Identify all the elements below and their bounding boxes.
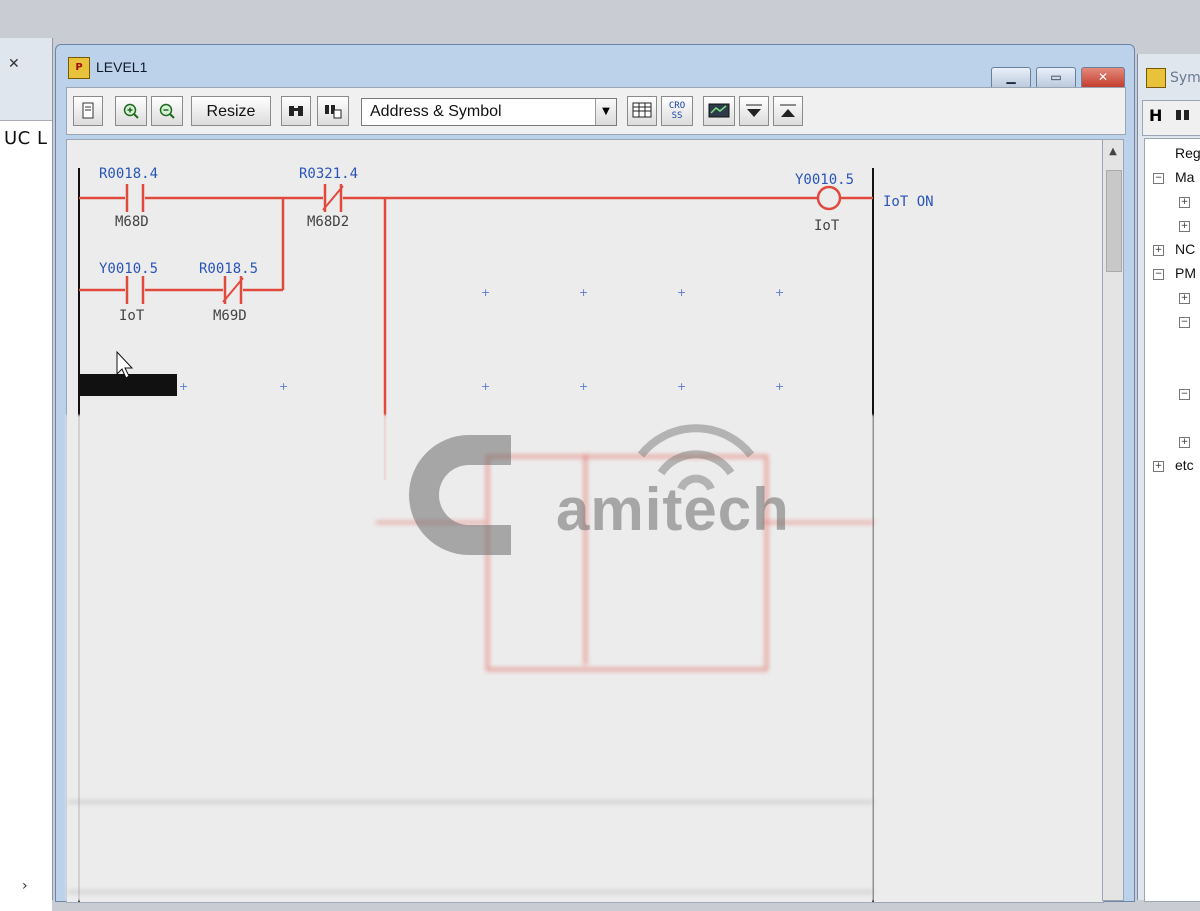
symbol-toolbar-h[interactable]: H bbox=[1149, 106, 1162, 125]
zoom-out-icon bbox=[159, 103, 175, 119]
coil-y0010-5[interactable]: Y0010.5 IoT IoT ON bbox=[795, 172, 934, 234]
svg-text:+: + bbox=[279, 380, 288, 393]
app-icon bbox=[1146, 68, 1166, 88]
zoom-in-button[interactable] bbox=[115, 96, 147, 126]
contact-address: R0321.4 bbox=[299, 166, 358, 182]
function-block-divider bbox=[584, 455, 587, 665]
coil-comment: IoT ON bbox=[883, 194, 934, 210]
tree-expand-icon[interactable]: + bbox=[1179, 197, 1190, 208]
symbol-window-title: Sym bbox=[1170, 70, 1200, 86]
contact-symbol: IoT bbox=[119, 308, 145, 324]
coil-symbol: IoT bbox=[814, 218, 840, 234]
tree-collapse-icon[interactable]: − bbox=[1179, 317, 1190, 328]
find-replace-icon bbox=[325, 105, 342, 119]
toolbar: Resize Address & Symbol ▼ CRO SS bbox=[66, 87, 1126, 135]
page-button[interactable] bbox=[73, 96, 103, 126]
blurred-ladder-region bbox=[66, 415, 874, 901]
tree-expand-icon[interactable]: + bbox=[1153, 461, 1164, 472]
resize-button[interactable]: Resize bbox=[191, 96, 271, 126]
table-icon bbox=[632, 102, 652, 118]
zoom-in-icon bbox=[123, 103, 139, 119]
move-down-button[interactable] bbox=[739, 96, 769, 126]
tree-item-nc[interactable]: NC bbox=[1175, 241, 1195, 257]
contact-symbol: M69D bbox=[213, 308, 247, 324]
blurred-line bbox=[376, 521, 486, 524]
binoculars-icon[interactable] bbox=[1175, 106, 1191, 126]
left-window-content bbox=[0, 120, 52, 911]
contact-r0018-5[interactable]: R0018.5 M69D bbox=[199, 261, 258, 324]
window-title: LEVEL1 bbox=[96, 59, 148, 75]
selection-cursor bbox=[79, 374, 177, 396]
contact-address: R0018.5 bbox=[199, 261, 258, 277]
svg-text:+: + bbox=[677, 380, 686, 393]
svg-text:+: + bbox=[677, 286, 686, 299]
symbol-toolbar: H bbox=[1142, 100, 1200, 136]
tree-expand-icon[interactable]: + bbox=[1179, 437, 1190, 448]
tree-collapse-icon[interactable]: − bbox=[1179, 389, 1190, 400]
svg-text:+: + bbox=[579, 380, 588, 393]
find-button[interactable] bbox=[281, 96, 311, 126]
svg-text:+: + bbox=[481, 380, 490, 393]
svg-text:+: + bbox=[775, 286, 784, 299]
binoculars-icon bbox=[289, 106, 303, 116]
contact-address: Y0010.5 bbox=[99, 261, 158, 277]
svg-text:+: + bbox=[579, 286, 588, 299]
tree-collapse-icon[interactable]: − bbox=[1153, 269, 1164, 280]
tree-item-pm[interactable]: PM bbox=[1175, 265, 1196, 281]
left-background-window: ✕ UC L › bbox=[0, 38, 53, 911]
tree-item-reg[interactable]: Reg bbox=[1175, 145, 1200, 161]
title-bar[interactable]: P LEVEL1 ▁ ▭ ✕ bbox=[56, 45, 1134, 89]
contact-symbol: M68D2 bbox=[307, 214, 349, 230]
coil-address: Y0010.5 bbox=[795, 172, 854, 188]
zoom-out-button[interactable] bbox=[151, 96, 183, 126]
left-window-title: UC L bbox=[4, 128, 48, 149]
contact-address: R0018.4 bbox=[99, 166, 158, 182]
chevron-down-icon[interactable]: ▼ bbox=[595, 99, 616, 125]
blurred-line bbox=[762, 521, 874, 524]
svg-text:+: + bbox=[481, 286, 490, 299]
contact-y0010-5[interactable]: Y0010.5 IoT bbox=[99, 261, 158, 324]
cross-reference-button[interactable]: CRO SS bbox=[661, 96, 693, 126]
function-block-blurred bbox=[486, 455, 768, 671]
find-replace-button[interactable] bbox=[317, 96, 349, 126]
blurred-rung bbox=[68, 891, 874, 893]
svg-text:+: + bbox=[179, 380, 188, 393]
symbol-window: Sym H Reg − Ma + + + NC − PM + − − + + e… bbox=[1137, 54, 1200, 902]
page-icon bbox=[82, 102, 94, 119]
scroll-up-icon[interactable]: ▲ bbox=[1103, 146, 1123, 157]
close-icon[interactable]: ✕ bbox=[8, 56, 20, 72]
scrollbar-thumb[interactable] bbox=[1106, 170, 1122, 272]
symbol-tree: Reg − Ma + + + NC − PM + − − + + etc bbox=[1144, 138, 1200, 902]
ladder-editor-window: P LEVEL1 ▁ ▭ ✕ Resize Address & Symbol ▼… bbox=[55, 44, 1135, 903]
tree-collapse-icon[interactable]: − bbox=[1153, 173, 1164, 184]
minimize-button[interactable]: ▁ bbox=[991, 67, 1031, 89]
chevron-right-icon[interactable]: › bbox=[22, 878, 28, 894]
vertical-scrollbar[interactable]: ▲ bbox=[1102, 139, 1124, 901]
monitor-icon bbox=[708, 103, 730, 118]
maximize-button[interactable]: ▭ bbox=[1036, 67, 1076, 89]
monitor-button[interactable] bbox=[703, 96, 735, 126]
app-icon: P bbox=[68, 57, 90, 79]
tree-expand-icon[interactable]: + bbox=[1179, 293, 1190, 304]
svg-text:+: + bbox=[775, 380, 784, 393]
move-up-icon bbox=[780, 104, 796, 117]
move-up-button[interactable] bbox=[773, 96, 803, 126]
tree-expand-icon[interactable]: + bbox=[1179, 221, 1190, 232]
table-button[interactable] bbox=[627, 96, 657, 126]
tree-item-mac[interactable]: Ma bbox=[1175, 169, 1194, 185]
view-mode-select[interactable]: Address & Symbol ▼ bbox=[361, 98, 617, 126]
tree-expand-icon[interactable]: + bbox=[1153, 245, 1164, 256]
contact-symbol: M68D bbox=[115, 214, 149, 230]
grid-markers: + + + + + + + + + + bbox=[179, 286, 784, 393]
blurred-rung bbox=[68, 801, 874, 803]
tree-item-etc[interactable]: etc bbox=[1175, 457, 1194, 473]
move-down-icon bbox=[746, 104, 762, 117]
view-mode-value: Address & Symbol bbox=[370, 103, 502, 120]
close-button[interactable]: ✕ bbox=[1081, 67, 1125, 89]
